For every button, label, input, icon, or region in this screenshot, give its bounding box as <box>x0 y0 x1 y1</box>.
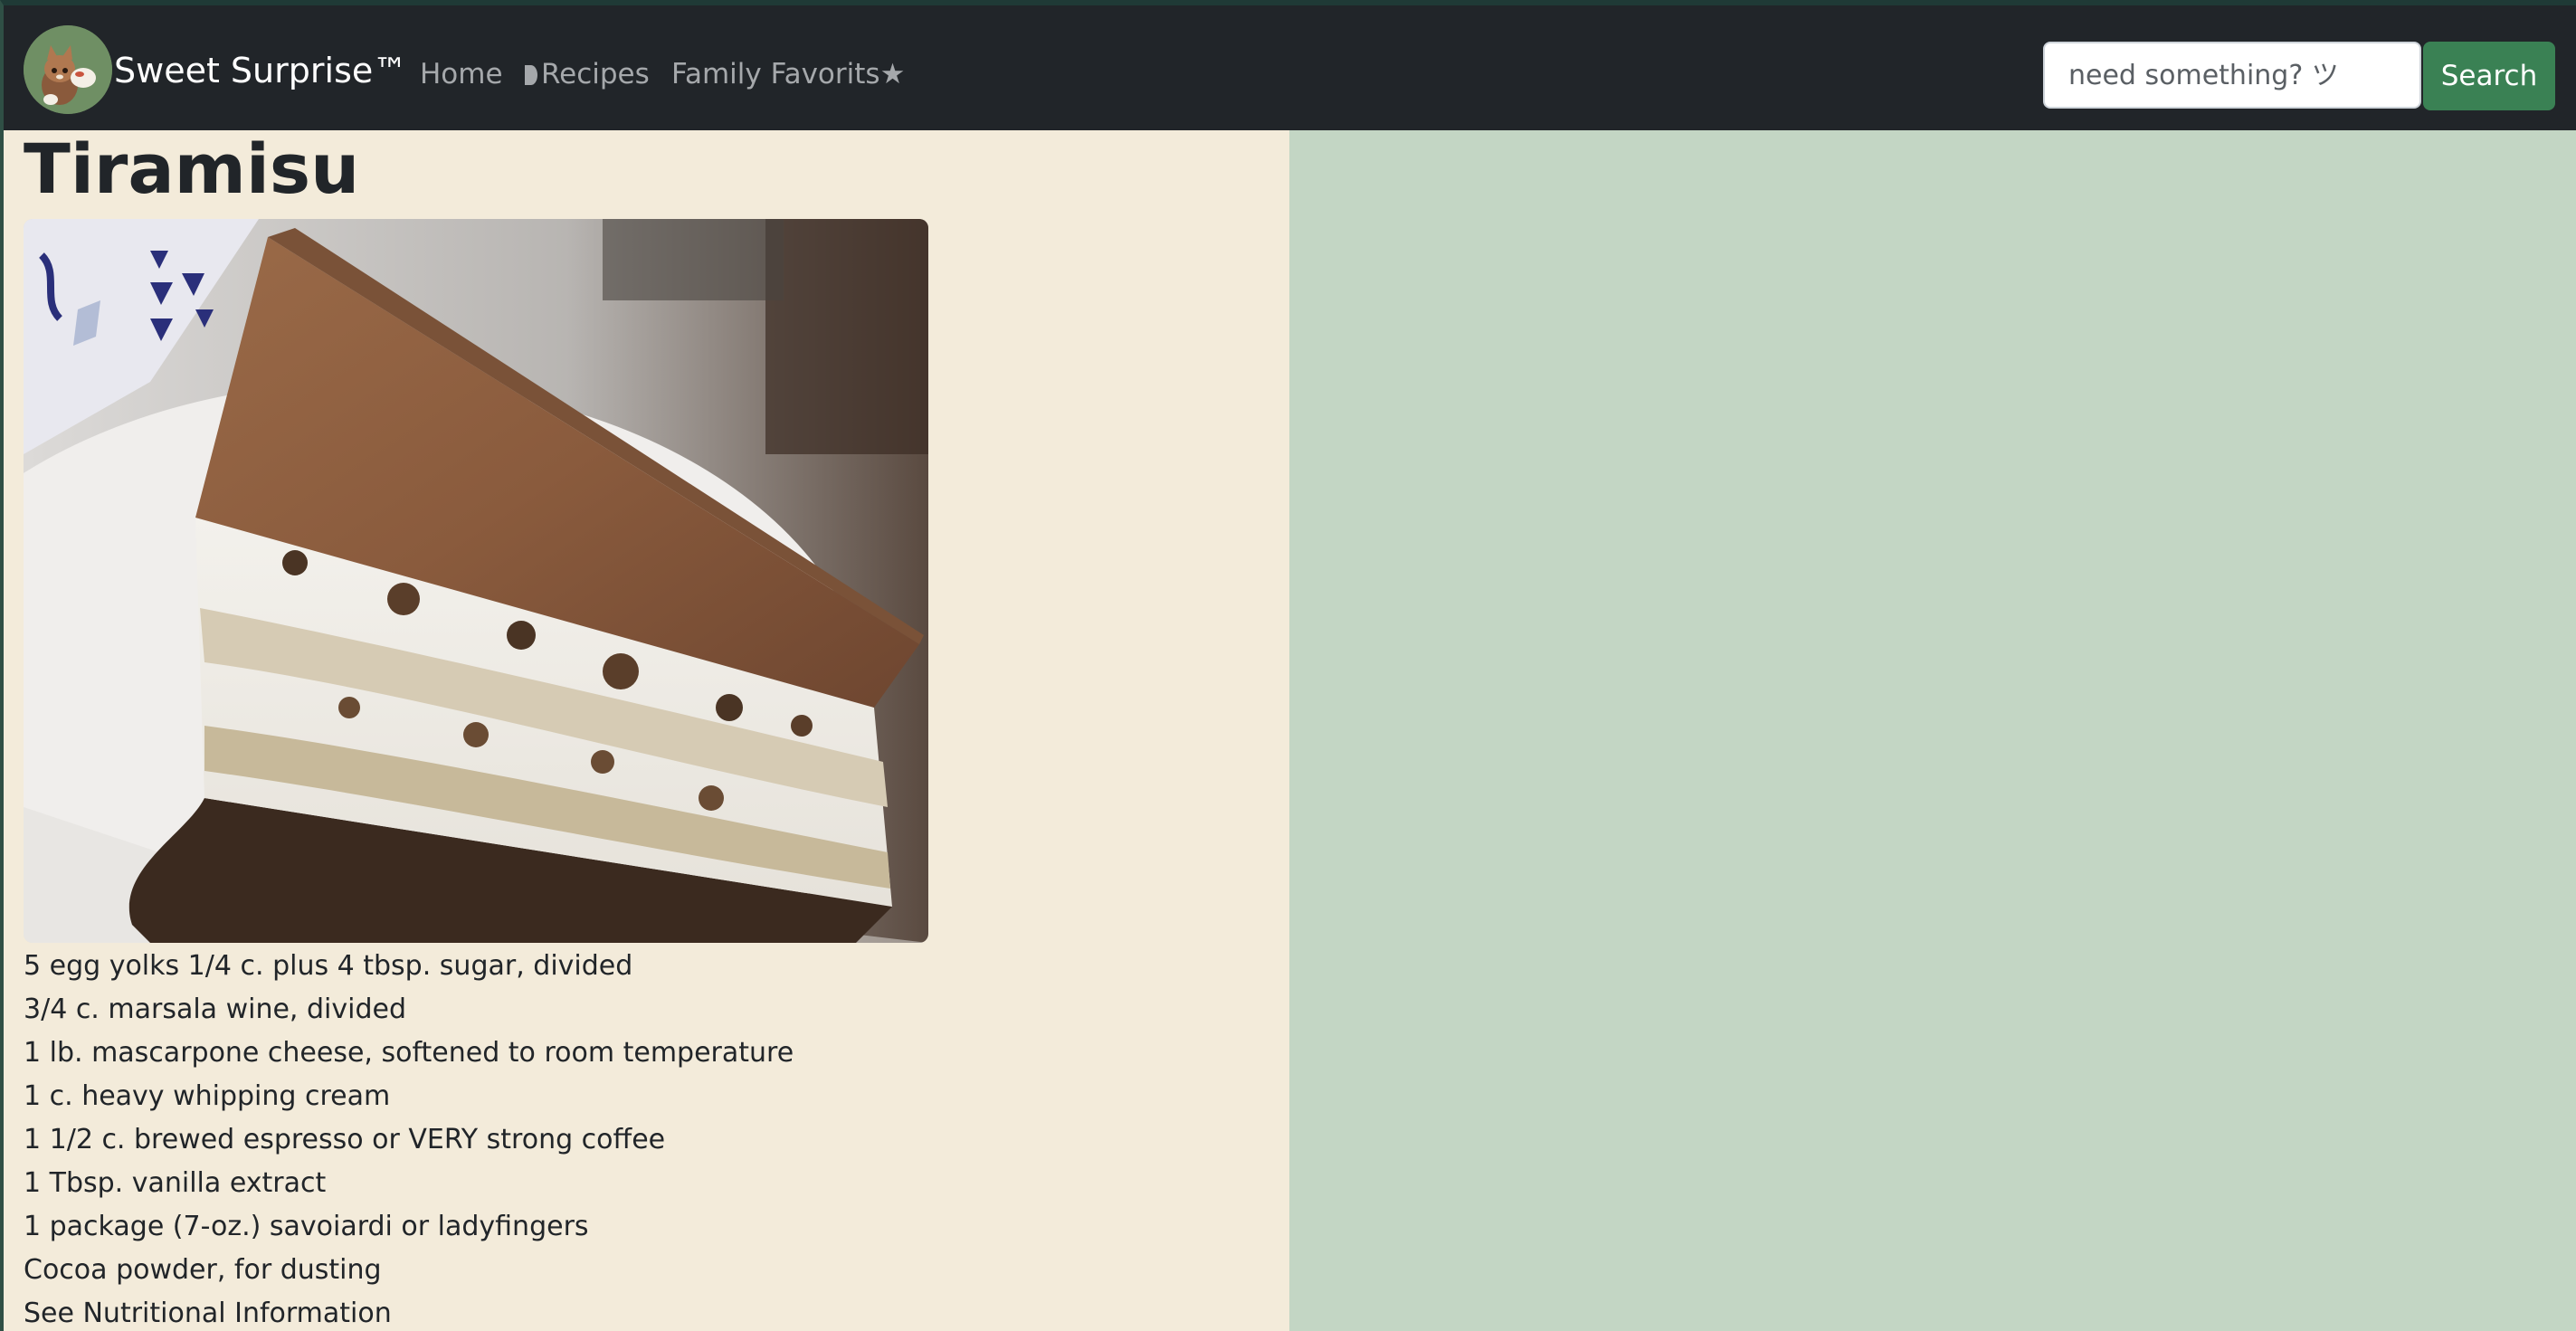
nav-link-recipes-label: Recipes <box>541 58 650 90</box>
nav-link-home[interactable]: Home <box>420 56 503 92</box>
list-item: 1 package (7-oz.) savoiardi or ladyfinge… <box>24 1211 589 1242</box>
nav-link-family-favorites[interactable]: Family Favorits★ <box>671 56 905 92</box>
brand-name[interactable]: Sweet Surprise™ <box>114 49 407 92</box>
tiramisu-photo <box>24 219 928 943</box>
list-item: 1 c. heavy whipping cream <box>24 1080 391 1112</box>
nav-link-recipes[interactable]: Recipes <box>525 56 650 92</box>
list-item: 5 egg yolks 1/4 c. plus 4 tbsp. sugar, d… <box>24 950 633 982</box>
ingredient-list: 5 egg yolks 1/4 c. plus 4 tbsp. sugar, d… <box>24 945 794 1331</box>
list-item: 1 lb. mascarpone cheese, softened to roo… <box>24 1037 794 1069</box>
list-item: See Nutritional Information <box>24 1298 392 1329</box>
recipe-content: Tiramisu 5 egg yolks 1/4 c. plus 4 tbsp.… <box>4 128 1289 1331</box>
cat-logo-icon[interactable] <box>24 25 112 114</box>
search-button[interactable]: Search <box>2423 42 2555 110</box>
recipe-title: Tiramisu <box>24 128 360 209</box>
search-input[interactable] <box>2043 42 2421 109</box>
navbar: Sweet Surprise™ Home Recipes Family Favo… <box>0 5 2576 130</box>
list-item: 1 1/2 c. brewed espresso or VERY strong … <box>24 1124 666 1155</box>
list-item: 1 Tbsp. vanilla extract <box>24 1167 327 1199</box>
list-item: Cocoa powder, for dusting <box>24 1254 382 1286</box>
list-item: 3/4 c. marsala wine, divided <box>24 993 407 1025</box>
half-moon-icon <box>525 65 537 85</box>
